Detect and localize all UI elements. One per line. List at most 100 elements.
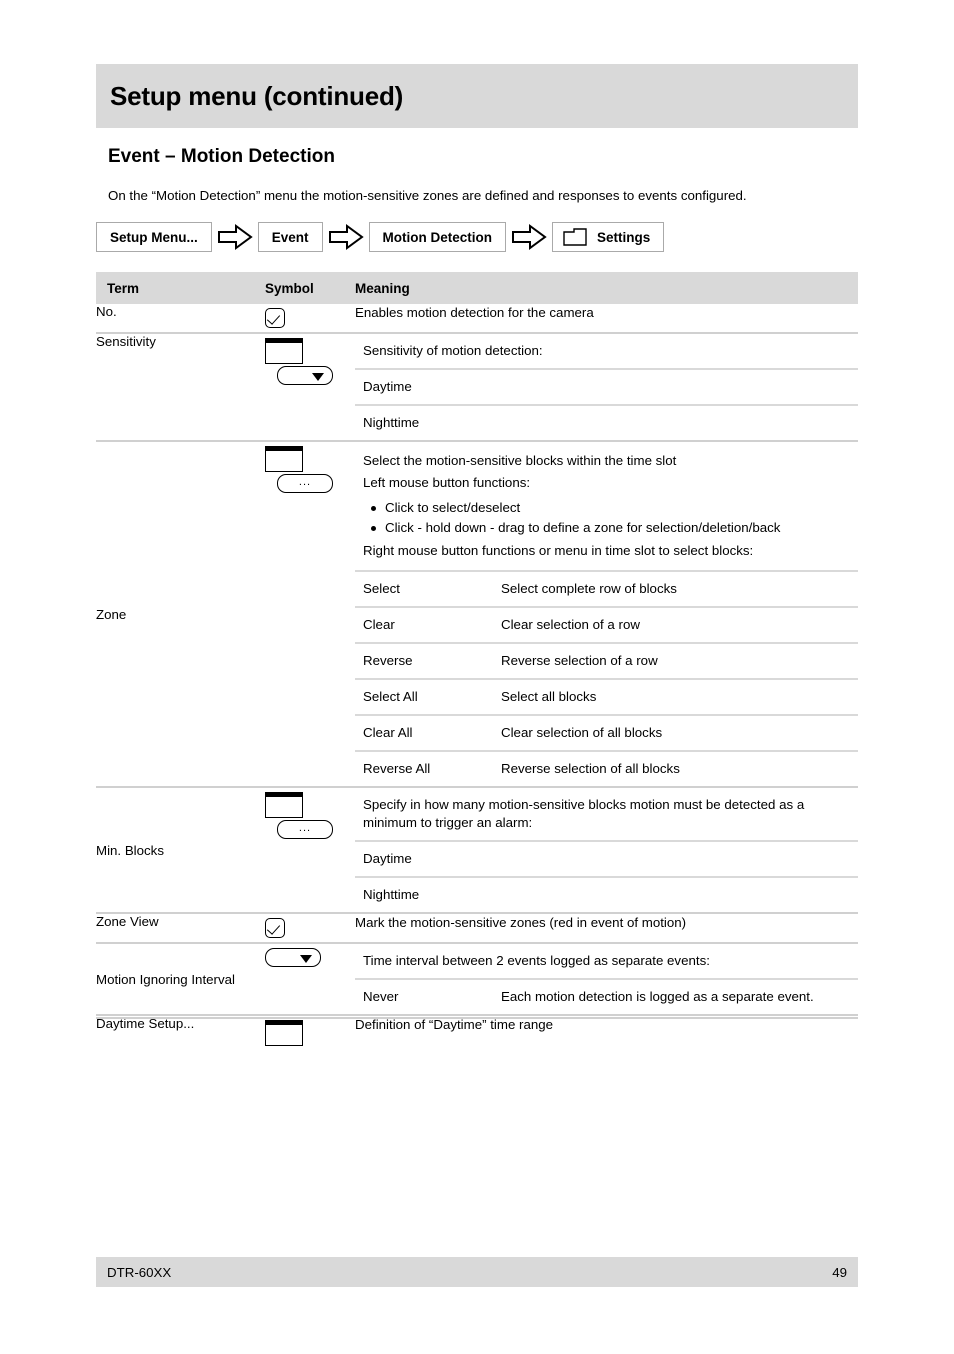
table-row: No. Enables motion detection for the cam… bbox=[96, 304, 858, 333]
sub-key: Reverse bbox=[355, 642, 493, 679]
row-meaning: Mark the motion-sensitive zones (red in … bbox=[355, 912, 858, 943]
column-header-meaning: Meaning bbox=[355, 272, 858, 304]
box-icon bbox=[265, 792, 303, 818]
terms-table: Term Symbol Meaning No. Enables motion d… bbox=[96, 272, 858, 1050]
sub-value: Clear selection of a row bbox=[493, 606, 858, 643]
sub-key: Daytime bbox=[355, 368, 858, 405]
breadcrumb-label: Event bbox=[271, 229, 309, 245]
sub-table: Specify in how many motion-sensitive blo… bbox=[355, 788, 858, 912]
row-symbol bbox=[265, 304, 355, 333]
table-row: Daytime Setup... Definition of “Daytime”… bbox=[96, 1014, 858, 1050]
arrow-right-icon bbox=[212, 224, 258, 250]
breadcrumb-item-motion-detection[interactable]: Motion Detection bbox=[368, 222, 507, 252]
sub-row: Reverse All Reverse selection of all blo… bbox=[355, 750, 858, 786]
sub-value: Each motion detection is logged as a sep… bbox=[493, 978, 858, 1014]
folder-icon bbox=[563, 228, 587, 246]
dropdown-icon bbox=[277, 366, 333, 385]
row-term: Daytime Setup... bbox=[96, 1014, 265, 1050]
breadcrumb-item-settings[interactable]: Settings bbox=[552, 222, 665, 252]
sub-key: Nighttime bbox=[355, 404, 858, 440]
sub-intro: Specify in how many motion-sensitive blo… bbox=[363, 797, 805, 830]
sub-intro: Sensitivity of motion detection: bbox=[363, 343, 543, 358]
row-symbol: ... bbox=[265, 786, 355, 913]
breadcrumb-label: Settings bbox=[597, 229, 651, 245]
sub-row: Select Select complete row of blocks bbox=[355, 570, 858, 607]
sub-row: Daytime bbox=[355, 840, 858, 877]
sub-key: Clear All bbox=[355, 714, 493, 751]
sub-row: Time interval between 2 events logged as… bbox=[355, 944, 858, 979]
breadcrumb-item-setup-menu[interactable]: Setup Menu... bbox=[96, 222, 212, 252]
zone-line-1: Select the motion-sensitive blocks withi… bbox=[363, 453, 677, 468]
row-meaning: Specify in how many motion-sensitive blo… bbox=[355, 786, 858, 913]
sub-row: Reverse Reverse selection of a row bbox=[355, 642, 858, 679]
sub-key: Select All bbox=[355, 678, 493, 715]
sub-row: Select the motion-sensitive blocks withi… bbox=[355, 442, 858, 571]
sub-row: Nighttime bbox=[355, 404, 858, 440]
document-page: Setup menu (continued) Event – Motion De… bbox=[0, 0, 954, 1354]
row-term: No. bbox=[96, 304, 117, 319]
column-header-symbol: Symbol bbox=[265, 272, 355, 304]
section-heading: Event – Motion Detection bbox=[108, 146, 335, 167]
checkbox-icon bbox=[265, 308, 285, 328]
sub-key: Select bbox=[355, 570, 493, 607]
box-icon bbox=[265, 1020, 303, 1046]
sub-key: Clear bbox=[355, 606, 493, 643]
row-meaning: Definition of “Daytime” time range bbox=[355, 1014, 858, 1050]
box-with-ellipsis-button-icon: ... bbox=[265, 442, 355, 497]
sub-value: Select all blocks bbox=[493, 678, 858, 715]
box-with-dropdown-icon bbox=[265, 334, 355, 389]
row-term: Zone View bbox=[96, 912, 265, 943]
page-title-banner: Setup menu (continued) bbox=[96, 64, 858, 128]
intro-paragraph: On the “Motion Detection” menu the motio… bbox=[108, 188, 747, 203]
table-row: Sensitivity Sensitivity of motion detect… bbox=[96, 332, 858, 441]
table-header-row: Term Symbol Meaning bbox=[96, 272, 858, 304]
row-meaning: Select the motion-sensitive blocks withi… bbox=[355, 440, 858, 787]
zone-line-3: Right mouse button functions or menu in … bbox=[363, 543, 754, 558]
dropdown-icon bbox=[265, 948, 321, 967]
breadcrumb: Setup Menu... Event Motion Detection Set… bbox=[96, 222, 665, 252]
box-icon bbox=[265, 446, 303, 472]
sub-key: Nighttime bbox=[355, 876, 858, 912]
table-bottom-rule bbox=[96, 1017, 858, 1019]
sub-key: Never bbox=[355, 978, 493, 1014]
footer-model: DTR-60XX bbox=[107, 1264, 172, 1280]
sub-value: Reverse selection of all blocks bbox=[493, 750, 858, 786]
row-symbol bbox=[265, 912, 355, 943]
sub-row: Nighttime bbox=[355, 876, 858, 912]
footer-page-number: 49 bbox=[832, 1264, 847, 1280]
row-term: Sensitivity bbox=[96, 332, 265, 441]
sub-table: Select the motion-sensitive blocks withi… bbox=[355, 442, 858, 786]
arrow-right-icon bbox=[506, 224, 552, 250]
sub-row: Specify in how many motion-sensitive blo… bbox=[355, 788, 858, 841]
list-item: Click to select/deselect bbox=[371, 498, 858, 518]
breadcrumb-label: Setup Menu... bbox=[110, 229, 198, 245]
breadcrumb-label: Motion Detection bbox=[382, 229, 493, 245]
row-symbol bbox=[265, 332, 355, 441]
zone-line-2: Left mouse button functions: bbox=[363, 475, 531, 490]
sub-table: Sensitivity of motion detection: Daytime… bbox=[355, 334, 858, 440]
table-row: Min. Blocks ... Specify in how many moti… bbox=[96, 786, 858, 913]
sub-key: Daytime bbox=[355, 840, 858, 877]
breadcrumb-item-event[interactable]: Event bbox=[257, 222, 323, 252]
row-symbol bbox=[265, 1014, 355, 1050]
checkbox-icon bbox=[265, 918, 285, 938]
row-term: Min. Blocks bbox=[96, 786, 265, 913]
ellipsis-button-icon: ... bbox=[277, 474, 333, 493]
row-meaning: Sensitivity of motion detection: Daytime… bbox=[355, 332, 858, 441]
zone-bullet-list: Click to select/deselect Click - hold do… bbox=[363, 498, 858, 538]
sub-key: Reverse All bbox=[355, 750, 493, 786]
table-row: Motion Ignoring Interval Time interval b… bbox=[96, 942, 858, 1015]
sub-intro: Time interval between 2 events logged as… bbox=[363, 953, 710, 968]
table-row: Zone View Mark the motion-sensitive zone… bbox=[96, 912, 858, 943]
arrow-right-icon bbox=[323, 224, 369, 250]
sub-row: Daytime bbox=[355, 368, 858, 405]
row-meaning: Enables motion detection for the camera bbox=[355, 305, 594, 320]
sub-row: Never Each motion detection is logged as… bbox=[355, 978, 858, 1014]
ellipsis-button-icon: ... bbox=[277, 820, 333, 839]
sub-value: Clear selection of all blocks bbox=[493, 714, 858, 751]
row-symbol: ... bbox=[265, 440, 355, 787]
sub-table: Time interval between 2 events logged as… bbox=[355, 944, 858, 1014]
row-symbol bbox=[265, 942, 355, 1015]
row-meaning: Time interval between 2 events logged as… bbox=[355, 942, 858, 1015]
sub-value: Reverse selection of a row bbox=[493, 642, 858, 679]
